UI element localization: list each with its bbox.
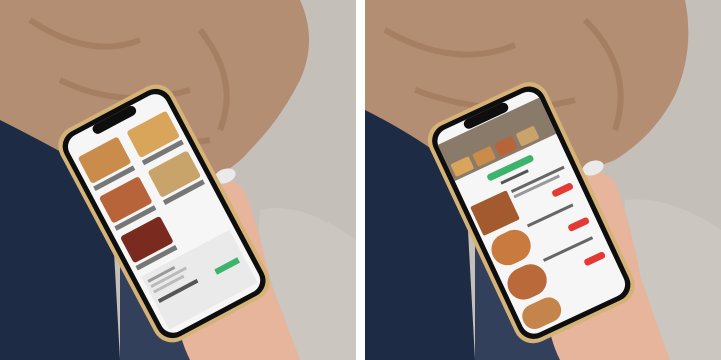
photo-left <box>0 0 356 360</box>
photo-left-scene <box>0 0 356 360</box>
photo-right-scene <box>365 0 721 360</box>
photo-right <box>365 0 721 360</box>
